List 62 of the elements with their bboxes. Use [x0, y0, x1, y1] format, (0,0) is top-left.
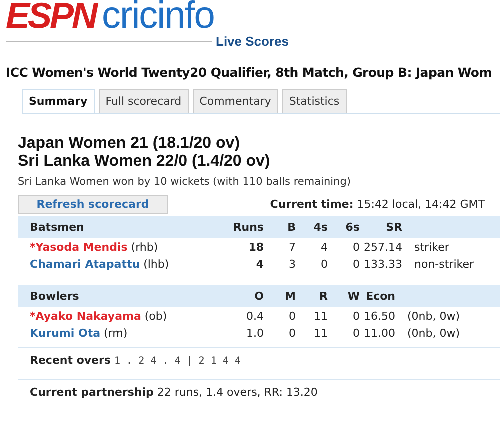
table-cell: 0 [353, 326, 360, 340]
table-cell: 3 [289, 258, 296, 270]
column-header: R [300, 285, 332, 307]
column-header: Runs [224, 216, 268, 238]
table-cell: 0 [321, 258, 328, 270]
tab[interactable]: Full scorecard [98, 89, 189, 113]
column-header: Batsmen [18, 216, 224, 238]
player-link[interactable]: Kurumi Ota [30, 326, 101, 340]
player-style: (lhb) [144, 258, 170, 270]
table-cell: 0 [353, 310, 360, 322]
table-cell: 11 [314, 326, 328, 340]
match-title: ICC Women's World Twenty20 Qualifier, 8th Match, Group B: Japan Wom [6, 65, 493, 80]
table-cell: 257.14 [364, 240, 402, 254]
player-link[interactable]: *Ayako Nakayama [30, 310, 142, 322]
player-link[interactable]: *Yasoda Mendis [30, 240, 128, 254]
team-score: Japan Women 21 (18.1/20 ov) [18, 135, 242, 153]
table-cell: 0 [353, 258, 360, 270]
table-cell: (0nb, 0w) [408, 310, 460, 322]
player-style: (rm) [104, 326, 128, 340]
table-cell: striker [414, 240, 450, 254]
column-header: Econ [364, 285, 400, 307]
match-result: Sri Lanka Women won by 10 wickets (with 110 balls remaining) [18, 176, 352, 188]
table-cell: 11 [314, 310, 328, 322]
table-cell: 0 [353, 240, 360, 254]
partnership-label: Current partnership [30, 386, 154, 399]
table-cell: 4 [321, 240, 328, 254]
column-header: 6s [332, 216, 364, 238]
table-cell: 0 [289, 310, 296, 322]
table-cell: (0nb, 0w) [408, 326, 460, 340]
partnership-value: 22 runs, 1.4 overs, RR: 13.20 [157, 386, 318, 399]
column-header: SR [364, 216, 406, 238]
refresh-button[interactable]: Refresh scorecard [18, 195, 168, 214]
table-cell: 7 [289, 240, 296, 254]
team-score: Sri Lanka Women 22/0 (1.4/20 ov) [18, 153, 272, 171]
column-header: Bowlers [18, 285, 224, 307]
column-header: W [332, 285, 364, 307]
table-cell: 0 [289, 326, 296, 340]
recent-overs-value: 1 . 2 4 . 4 | 2 1 4 4 [114, 356, 241, 367]
recent-overs-label: Recent overs [30, 354, 111, 367]
table-cell: 16.50 [364, 310, 396, 322]
espn-logo: ESPN [6, 0, 96, 34]
table-cell: non-striker [414, 258, 474, 270]
column-header: O [224, 285, 268, 307]
tab[interactable]: Statistics [282, 89, 347, 113]
logo-subtitle: Live Scores [216, 34, 289, 49]
player-style: (rhb) [131, 240, 158, 254]
table-cell: 11.00 [364, 326, 396, 340]
table-cell: 18 [248, 240, 264, 254]
player-style: (ob) [144, 310, 168, 322]
table-cell: 4 [256, 258, 264, 270]
time-value: 15:42 local, 14:42 GMT [357, 198, 485, 211]
column-header: 4s [300, 216, 332, 238]
table-cell: 0.4 [246, 310, 264, 322]
tab[interactable]: Commentary [192, 89, 278, 113]
table-cell: 133.33 [364, 258, 402, 270]
tab[interactable]: Summary [22, 89, 95, 113]
cricinfo-logo: cricinfo [102, 0, 214, 34]
column-header: B [268, 216, 300, 238]
table-cell: 1.0 [246, 326, 264, 340]
column-header: M [268, 285, 300, 307]
player-link[interactable]: Chamari Atapattu [30, 258, 140, 270]
time-label: Current time: [270, 198, 354, 211]
